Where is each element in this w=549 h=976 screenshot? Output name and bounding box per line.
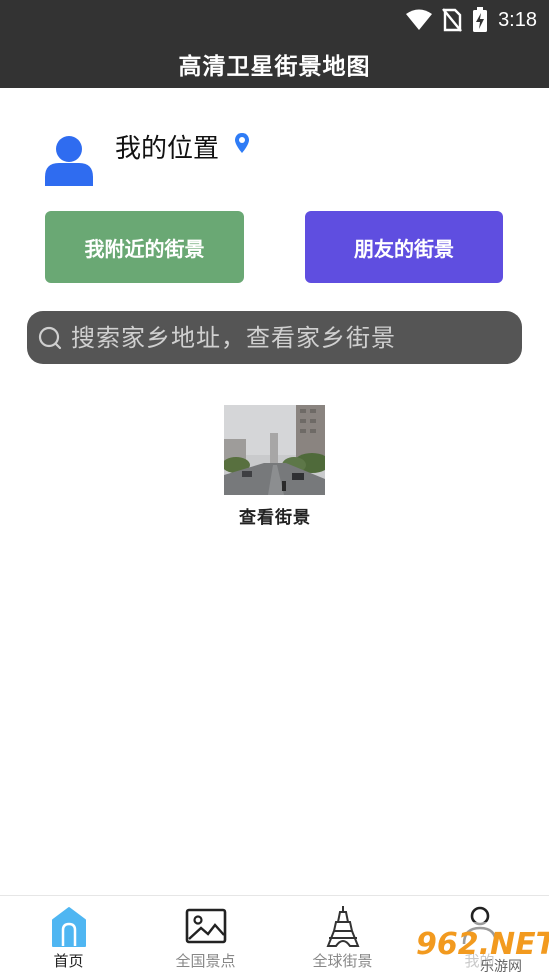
page-title: 高清卫星街景地图 <box>178 54 371 80</box>
tab-global-street-view-label: 全球街景 <box>312 952 373 970</box>
tab-attractions[interactable]: 全国景点 <box>137 896 274 976</box>
wifi-icon <box>406 9 433 30</box>
tab-global-street-view[interactable]: 全球街景 <box>274 896 411 976</box>
my-location[interactable]: 我的位置 <box>42 128 342 188</box>
street-view-thumbnail[interactable] <box>224 405 325 495</box>
status-time: 3:18 <box>498 8 537 31</box>
no-sim-icon <box>442 8 462 32</box>
tab-attractions-label: 全国景点 <box>175 952 236 970</box>
watermark-logo: 962.NET 乐游网 <box>410 922 549 976</box>
search-icon <box>38 326 62 349</box>
avatar-icon <box>45 136 93 186</box>
search-input[interactable] <box>71 323 501 352</box>
battery-charging-icon <box>473 7 488 32</box>
street-photo <box>224 405 325 495</box>
location-pin-icon <box>235 133 249 153</box>
tab-home-label: 首页 <box>53 952 84 970</box>
title-bar: 高清卫星街景地图 <box>0 40 549 88</box>
nearby-street-view-button[interactable]: 我附近的街景 <box>45 211 244 283</box>
street-view-caption: 查看街景 <box>239 508 311 528</box>
watermark-graphic: 962.NET 乐游网 <box>410 922 549 976</box>
friends-street-view-button[interactable]: 朋友的街景 <box>305 211 503 283</box>
watermark-brand: 962.NET <box>416 927 549 962</box>
location-label: 我的位置 <box>115 134 220 164</box>
status-icons: 3:18 <box>406 6 537 34</box>
home-icon <box>51 907 86 947</box>
picture-icon <box>185 908 226 944</box>
search-bar[interactable] <box>27 311 522 364</box>
status-bar: 3:18 <box>0 0 549 40</box>
tab-home[interactable]: 首页 <box>0 896 137 976</box>
eiffel-tower-icon <box>326 906 359 947</box>
watermark-subtitle: 乐游网 <box>480 959 522 975</box>
